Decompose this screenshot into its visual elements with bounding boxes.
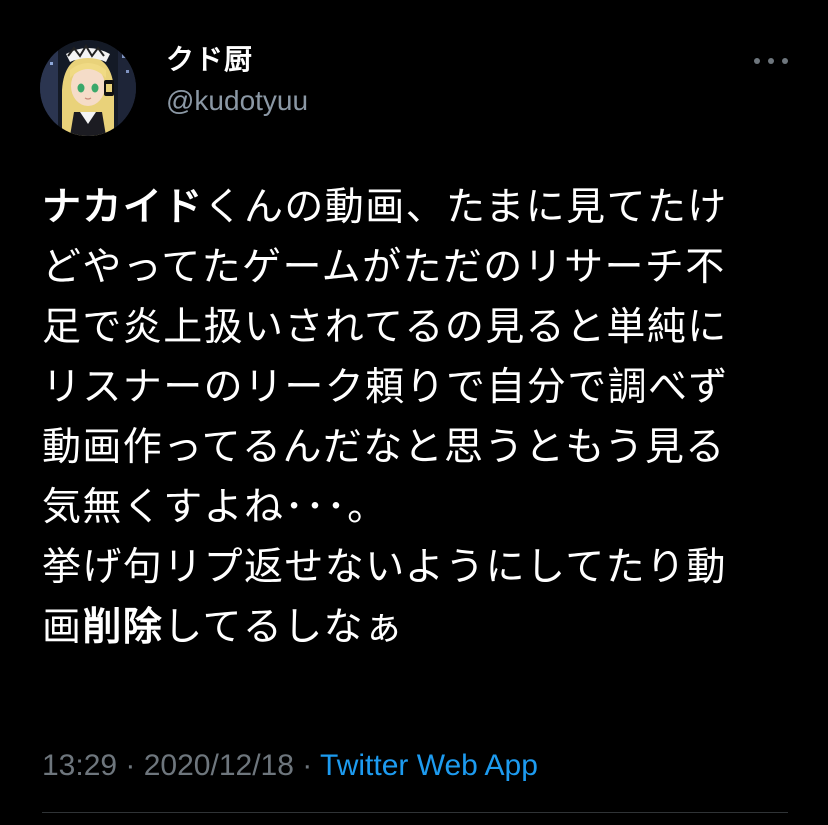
avatar-image [40, 40, 136, 136]
tweet-text: ナカイドくんの動画、たまに見てたけ どやってたゲームがただのリサーチ不 足で炎上… [42, 178, 802, 658]
author-info: クド厨 @kudotyuu [166, 42, 308, 120]
divider [42, 812, 788, 813]
tweet-text-bold: 削除 [82, 605, 164, 650]
avatar[interactable] [40, 40, 136, 136]
ellipsis-icon [768, 58, 774, 64]
user-handle[interactable]: @kudotyuu [166, 82, 308, 120]
tweet-time[interactable]: 13:29 [42, 749, 117, 782]
tweet-text-body: くんの動画、たまに見てたけ どやってたゲームがただのリサーチ不 足で炎上扱いされ… [42, 185, 729, 650]
tweet-text-bold: ナカイド [42, 185, 204, 230]
meta-separator: · [117, 749, 144, 782]
tweet-date[interactable]: 2020/12/18 [144, 749, 294, 782]
ellipsis-icon [782, 58, 788, 64]
tweet-text-body: してるしなぁ [163, 605, 405, 650]
meta-separator: · [293, 749, 321, 782]
tweet-source-link[interactable]: Twitter Web App [320, 749, 538, 782]
tweet-meta: 13:29 · 2020/12/18 · Twitter Web App [42, 746, 538, 786]
display-name[interactable]: クド厨 [166, 42, 308, 78]
tweet-detail: クド厨 @kudotyuu ナカイドくんの動画、たまに見てたけ どやってたゲーム… [0, 0, 828, 825]
ellipsis-icon [754, 58, 760, 64]
more-options-button[interactable] [754, 48, 788, 74]
